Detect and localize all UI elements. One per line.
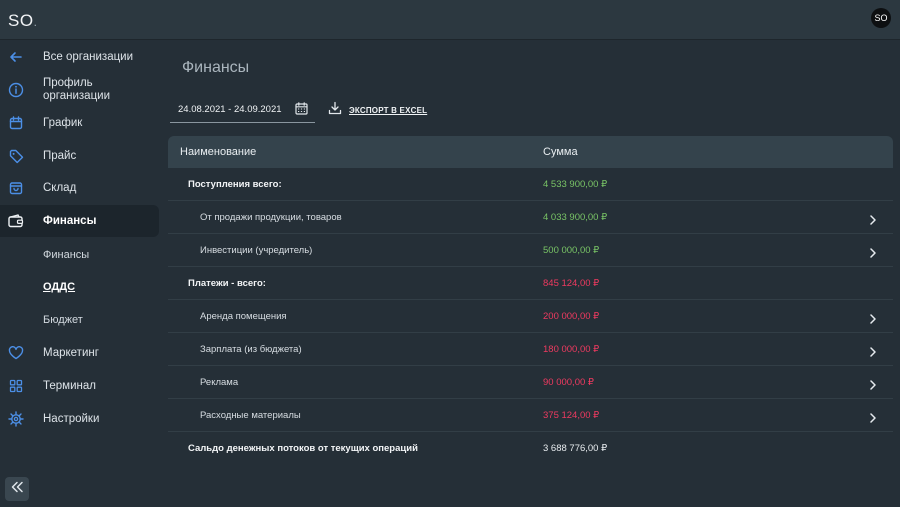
double-chevron-left-icon: [10, 480, 24, 498]
chevron-right-icon[interactable]: [869, 245, 877, 263]
collapse-sidebar-button[interactable]: [5, 477, 29, 501]
sidebar-item-label: Терминал: [43, 379, 96, 392]
user-avatar[interactable]: SO: [871, 8, 891, 28]
wallet-icon: [8, 213, 24, 229]
bag-icon: [8, 180, 24, 196]
sidebar-item-schedule[interactable]: График: [0, 107, 159, 139]
chevron-right-icon[interactable]: [869, 344, 877, 362]
table-row[interactable]: Инвестиции (учредитель) 500 000,00 ₽: [168, 234, 893, 267]
tag-icon: [8, 148, 24, 164]
sidebar-item-label: График: [43, 116, 83, 129]
row-name: Платежи - всего:: [188, 278, 266, 289]
sidebar-item-organization-profile[interactable]: Профиль организации: [0, 74, 159, 106]
info-icon: [8, 82, 24, 98]
date-range-picker[interactable]: 24.08.2021 - 24.09.2021: [170, 96, 315, 123]
row-name: Реклама: [200, 377, 239, 388]
sidebar-item-price[interactable]: Прайс: [0, 140, 159, 172]
sidebar-item-label: Маркетинг: [43, 346, 99, 359]
chevron-right-icon[interactable]: [869, 311, 877, 329]
column-header-amount: Сумма: [543, 146, 578, 158]
table-row[interactable]: Реклама 90 000,00 ₽: [168, 366, 893, 399]
row-name: Аренда помещения: [200, 311, 287, 322]
sidebar-subitem-odds[interactable]: ОДДС: [43, 281, 75, 293]
arrow-left-icon: [8, 49, 24, 65]
heart-icon: [8, 345, 24, 361]
sidebar-item-label: Настройки: [43, 412, 100, 425]
export-excel-button[interactable]: ЭКСПОРТ В EXCEL: [328, 101, 428, 120]
chevron-right-icon[interactable]: [869, 377, 877, 395]
sidebar-item-label: Финансы: [43, 214, 97, 227]
row-amount: 200 000,00 ₽: [543, 311, 600, 322]
table-row[interactable]: Расходные материалы 375 124,00 ₽: [168, 399, 893, 432]
table-row: Сальдо денежных потоков от текущих опера…: [168, 432, 893, 465]
row-name: От продажи продукции, товаров: [200, 212, 342, 223]
sidebar-item-all-organizations[interactable]: Все организации: [0, 41, 159, 73]
logo-text: SO: [8, 11, 34, 30]
row-amount: 375 124,00 ₽: [543, 410, 600, 421]
table-header: Наименование Сумма: [168, 136, 893, 168]
row-name: Сальдо денежных потоков от текущих опера…: [188, 443, 418, 454]
sidebar-item-label: Все организации: [43, 50, 134, 63]
row-amount: 4 033 900,00 ₽: [543, 212, 608, 223]
logo-dot: .: [33, 15, 38, 29]
row-amount: 3 688 776,00 ₽: [543, 443, 608, 454]
row-amount: 90 000,00 ₽: [543, 377, 594, 388]
sidebar-item-terminal[interactable]: Терминал: [0, 370, 159, 402]
chevron-right-icon[interactable]: [869, 410, 877, 428]
sidebar-subitem-budget[interactable]: Бюджет: [43, 314, 83, 326]
table-row[interactable]: Аренда помещения 200 000,00 ₽: [168, 300, 893, 333]
export-excel-label: ЭКСПОРТ В EXCEL: [349, 105, 428, 115]
page-title: Финансы: [182, 59, 250, 76]
row-amount: 500 000,00 ₽: [543, 245, 600, 256]
top-bar: SO. SO: [0, 0, 900, 40]
sidebar-item-marketing[interactable]: Маркетинг: [0, 337, 159, 369]
app-logo[interactable]: SO.: [8, 11, 37, 31]
calendar-icon: [295, 102, 308, 120]
table-row[interactable]: Зарплата (из бюджета) 180 000,00 ₽: [168, 333, 893, 366]
gear-icon: [8, 411, 24, 427]
row-amount: 845 124,00 ₽: [543, 278, 600, 289]
download-icon: [328, 101, 342, 120]
grid-icon: [8, 378, 24, 394]
sidebar-item-label: Прайс: [43, 149, 77, 162]
calendar-icon: [8, 115, 24, 131]
cash-flow-table: Наименование Сумма Поступления всего: 4 5…: [168, 136, 893, 465]
sidebar-item-label: Склад: [43, 181, 77, 194]
row-name: Расходные материалы: [200, 410, 301, 421]
row-name: Зарплата (из бюджета): [200, 344, 302, 355]
row-name: Инвестиции (учредитель): [200, 245, 313, 256]
sidebar-subitem-finance[interactable]: Финансы: [43, 249, 89, 261]
sidebar-item-label: Профиль организации: [43, 77, 111, 102]
column-header-name: Наименование: [180, 146, 257, 158]
date-range-value: 24.08.2021 - 24.09.2021: [178, 104, 282, 115]
table-row: Платежи - всего: 845 124,00 ₽: [168, 267, 893, 300]
sidebar-item-finance[interactable]: Финансы: [0, 205, 159, 237]
table-row: Поступления всего: 4 533 900,00 ₽: [168, 168, 893, 201]
sidebar-item-warehouse[interactable]: Склад: [0, 172, 159, 204]
table-body: Поступления всего: 4 533 900,00 ₽ От прода…: [168, 168, 893, 465]
row-name: Поступления всего:: [188, 179, 282, 190]
sidebar-item-settings[interactable]: Настройки: [0, 403, 159, 435]
table-row[interactable]: От продажи продукции, товаров 4 033 900,0…: [168, 201, 893, 234]
row-amount: 180 000,00 ₽: [543, 344, 600, 355]
row-amount: 4 533 900,00 ₽: [543, 179, 608, 190]
chevron-right-icon[interactable]: [869, 212, 877, 230]
sidebar: Все организации Профиль организации Граф…: [0, 40, 163, 507]
